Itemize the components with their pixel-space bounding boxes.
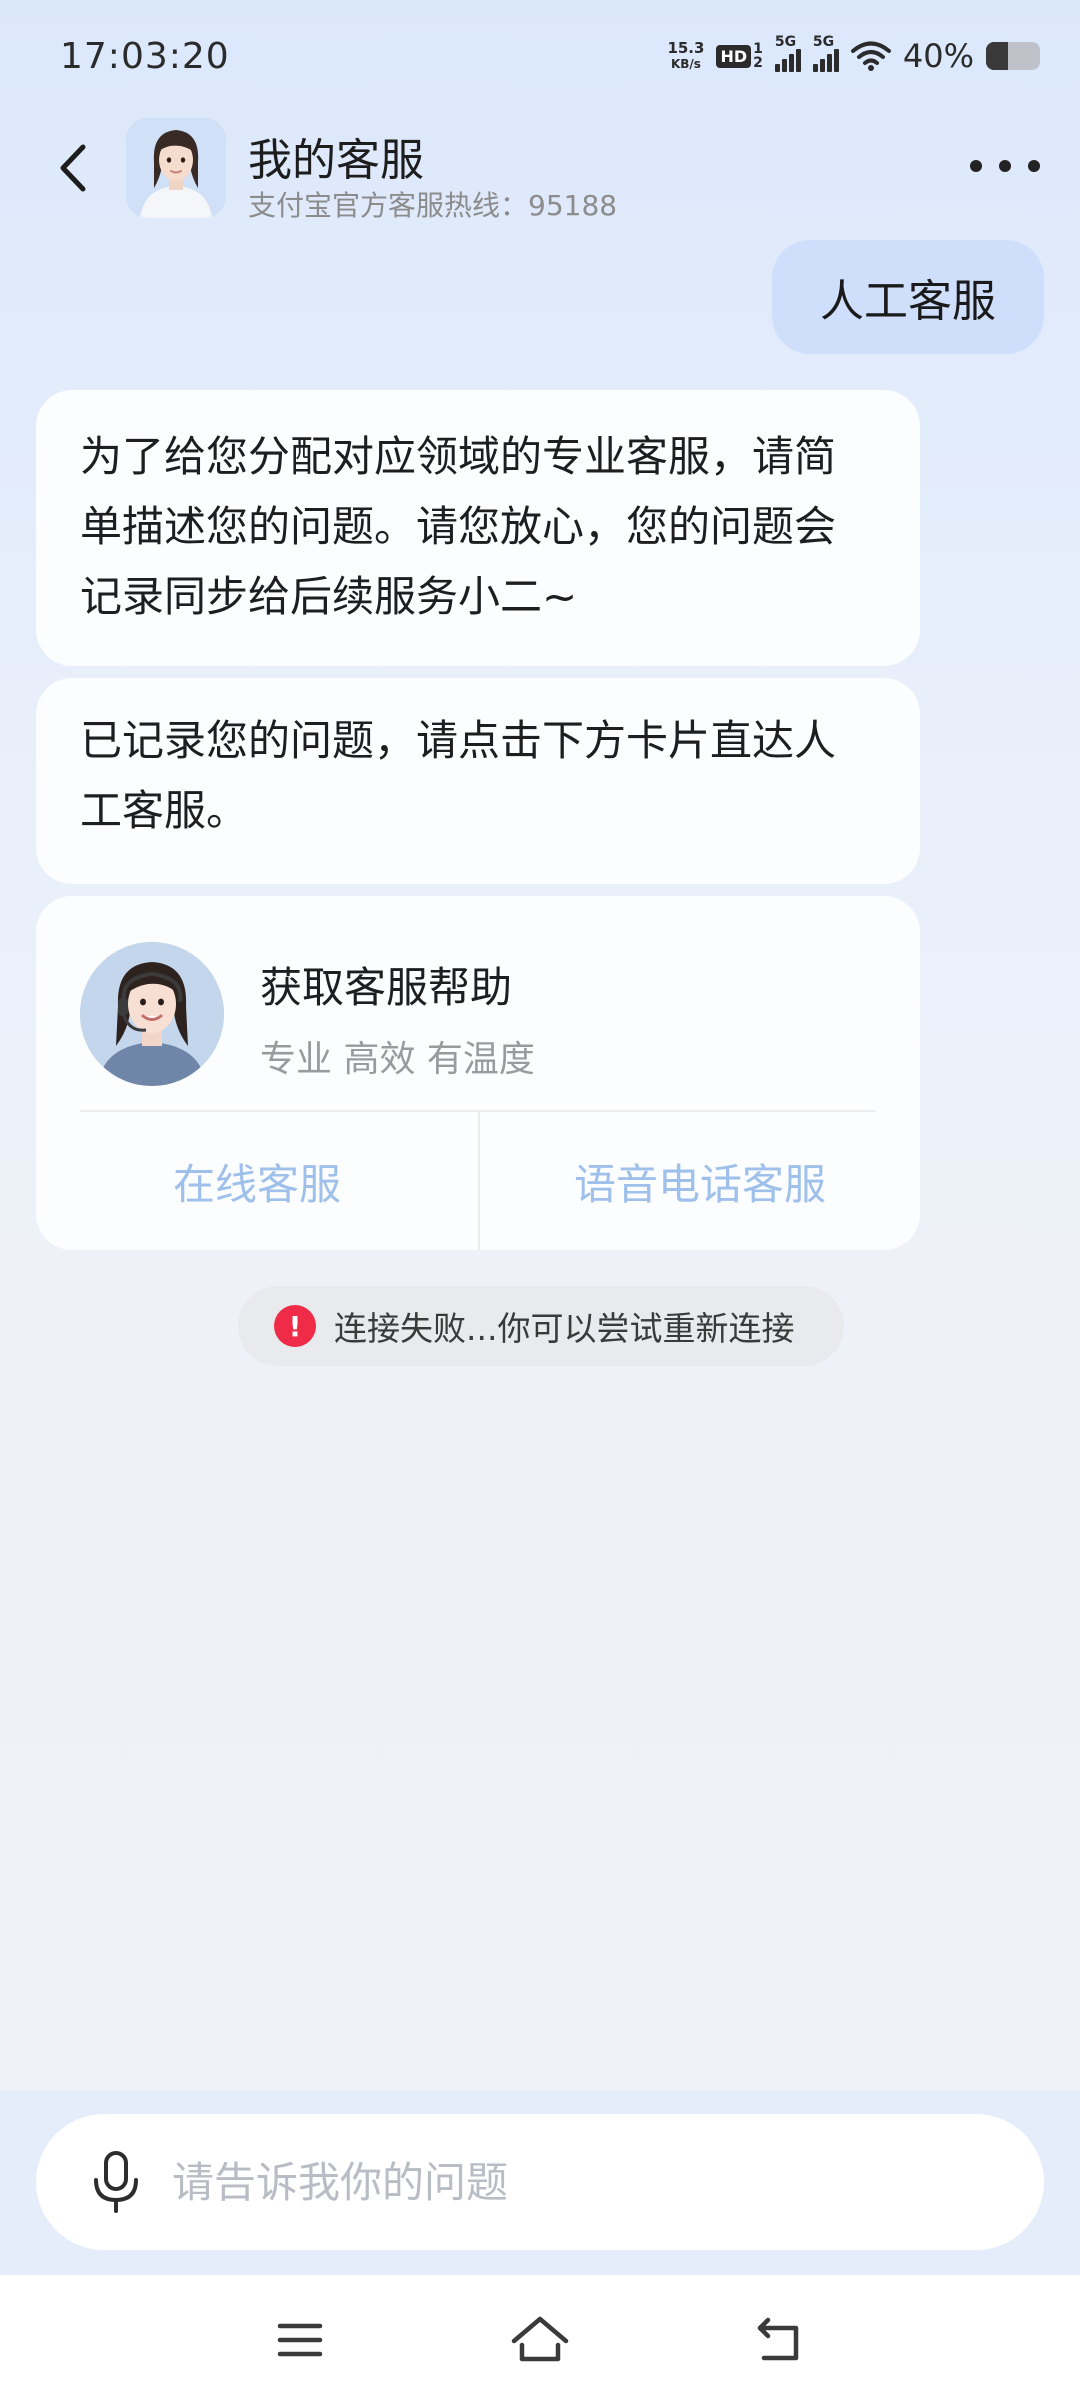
- chevron-left-icon: [60, 144, 86, 192]
- menu-icon: [277, 2323, 323, 2357]
- battery-percent: 40%: [902, 37, 974, 75]
- connection-error-text: 连接失败...你可以尝试重新连接: [334, 1309, 795, 1348]
- more-dots-icon: [999, 160, 1011, 172]
- nav-home-button[interactable]: [500, 2305, 580, 2375]
- status-time: 17:03:20: [60, 36, 230, 77]
- signal-5g-icon: 5G: [774, 34, 801, 72]
- input-area: [0, 2090, 1080, 2275]
- more-dots-icon: [1028, 160, 1040, 172]
- assistant-avatar[interactable]: [126, 118, 226, 218]
- voice-call-service-button[interactable]: 语音电话客服: [478, 1112, 920, 1250]
- hotline-subtitle: 支付宝官方客服热线：95188: [248, 189, 618, 222]
- nav-menu-button[interactable]: [260, 2305, 340, 2375]
- chat-title: 我的客服: [248, 135, 424, 186]
- nav-back-button[interactable]: [740, 2305, 820, 2375]
- user-message-bubble: 人工客服: [772, 240, 1044, 354]
- card-title: 获取客服帮助: [260, 963, 513, 1012]
- card-subtitle: 专业 高效 有温度: [260, 1039, 535, 1080]
- battery-fill: [986, 42, 1008, 70]
- battery-icon: [986, 42, 1040, 70]
- home-icon: [511, 2316, 569, 2362]
- wifi-icon: [850, 41, 891, 71]
- hd-voice-icon: HD 1 2: [716, 42, 763, 70]
- more-dots-icon: [970, 160, 982, 172]
- network-speed: 15.3 KB/s: [667, 39, 705, 71]
- error-icon: !: [274, 1305, 316, 1347]
- bot-message-bubble: 已记录您的问题，请点击下方卡片直达人工客服。: [36, 678, 920, 884]
- microphone-icon: [94, 2151, 138, 2213]
- message-input-bar: [36, 2114, 1044, 2250]
- agent-avatar-image: [80, 942, 224, 1086]
- online-service-button[interactable]: 在线客服: [36, 1112, 478, 1250]
- signal-5g-icon: 5G: [812, 34, 839, 72]
- back-arrow-icon: [757, 2317, 799, 2361]
- service-help-card: 获取客服帮助 专业 高效 有温度 在线客服 语音电话客服: [36, 896, 920, 1250]
- system-nav-bar: [0, 2275, 1080, 2400]
- chat-header: 我的客服 支付宝官方客服热线：95188: [0, 110, 1080, 235]
- assistant-avatar-image: [126, 118, 226, 218]
- voice-input-button[interactable]: [78, 2144, 154, 2220]
- connection-error-banner[interactable]: ! 连接失败...你可以尝试重新连接: [238, 1286, 844, 1366]
- bot-message-bubble: 为了给您分配对应领域的专业客服，请简单描述您的问题。请您放心，您的问题会记录同步…: [36, 390, 920, 666]
- back-button[interactable]: [42, 138, 102, 198]
- more-button[interactable]: [970, 146, 1040, 186]
- agent-avatar: [80, 942, 224, 1086]
- message-input[interactable]: [172, 2144, 992, 2220]
- status-icons: 15.3 KB/s HD 1 2 5G 5G 40%: [667, 34, 1040, 78]
- status-bar: 17:03:20 15.3 KB/s HD 1 2 5G 5G 40%: [0, 0, 1080, 110]
